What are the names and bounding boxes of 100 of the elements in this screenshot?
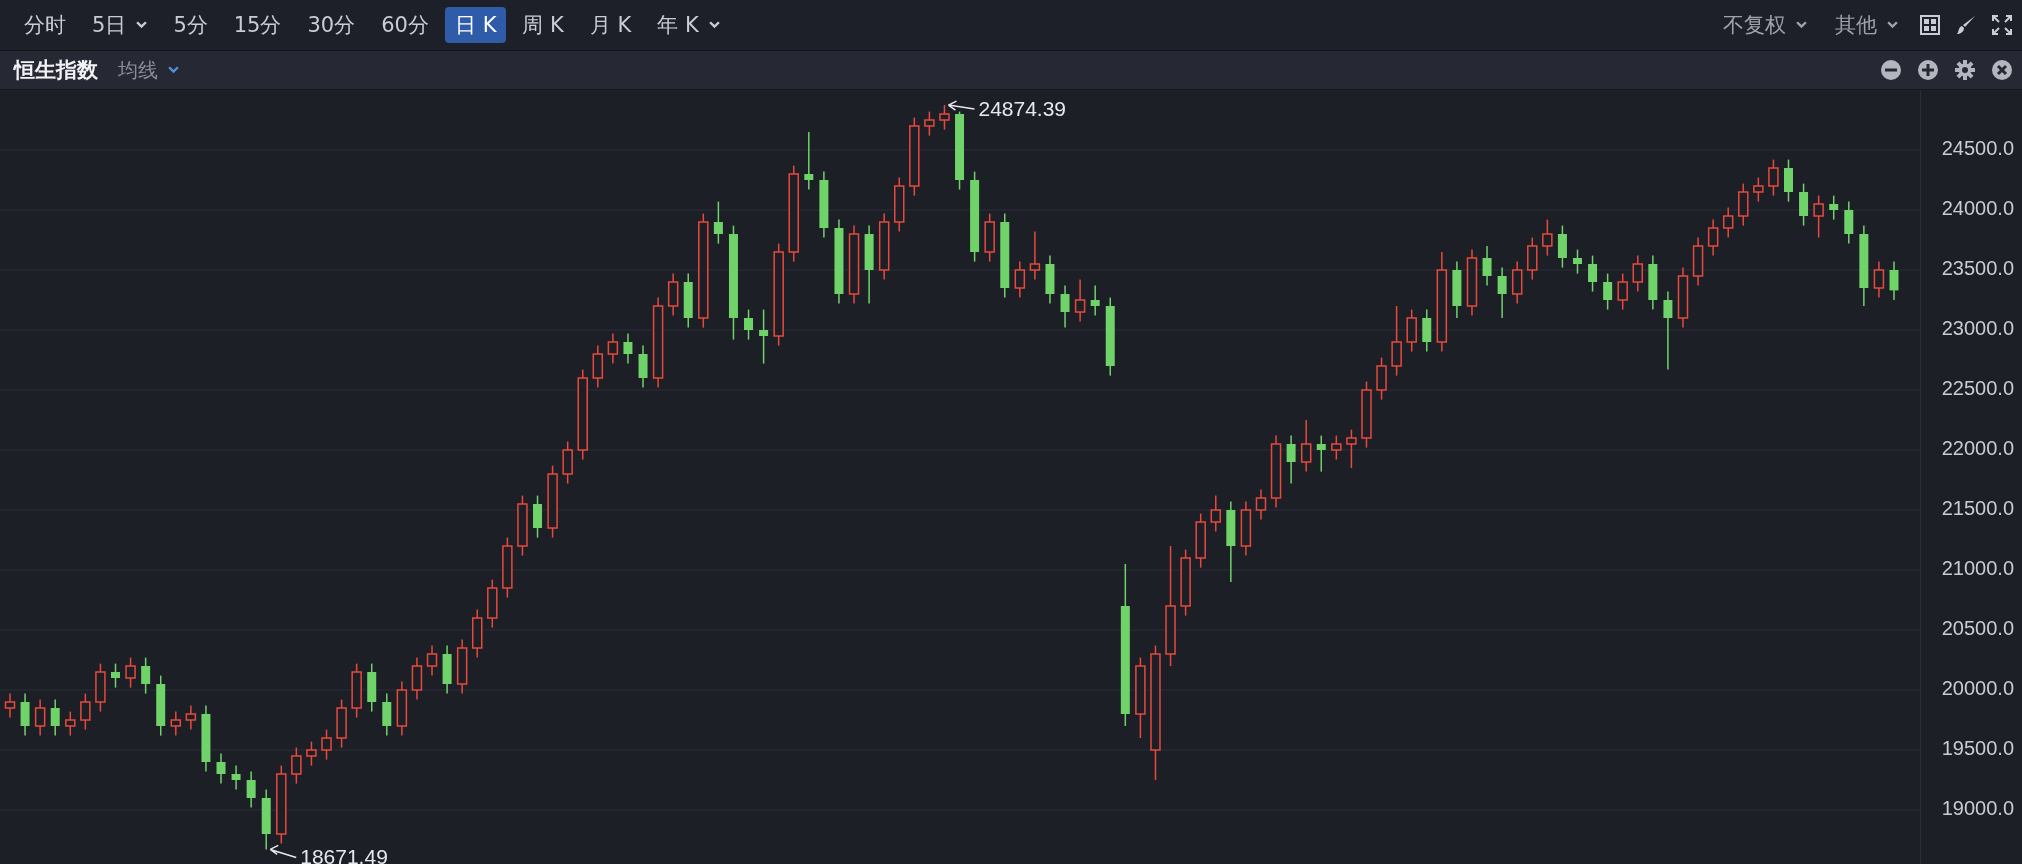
- y-axis-label: 22500.0: [1941, 377, 2014, 400]
- candlestick: [1738, 182, 1749, 227]
- candlestick: [1511, 260, 1523, 305]
- candlestick: [562, 440, 573, 485]
- candlestick: [1784, 158, 1793, 203]
- candlestick: [1722, 206, 1734, 239]
- candlestick: [1422, 308, 1432, 353]
- candlestick: [1255, 488, 1267, 521]
- y-axis-label: 20500.0: [1941, 617, 2014, 640]
- zoom-out-icon[interactable]: [1881, 60, 1901, 80]
- menu-dropdown[interactable]: 其他: [1829, 7, 1904, 43]
- candlestick: [1829, 194, 1839, 221]
- period-tab[interactable]: 周 K: [512, 7, 574, 43]
- y-axis-label: 23500.0: [1941, 257, 2014, 280]
- candlestick: [924, 110, 935, 137]
- candlestick: [1497, 266, 1507, 319]
- candlestick: [1286, 434, 1296, 485]
- candlestick: [231, 764, 241, 791]
- y-axis-label: 21000.0: [1941, 557, 2014, 580]
- candlestick: [1074, 278, 1086, 323]
- candlestick: [1663, 290, 1673, 371]
- period-tab[interactable]: 60分: [371, 7, 439, 43]
- candlestick: [1707, 218, 1719, 257]
- zoom-in-icon[interactable]: [1918, 60, 1938, 80]
- candlestick: [216, 752, 226, 785]
- candlestick: [1603, 272, 1613, 311]
- candlestick: [759, 308, 769, 365]
- candlestick: [1753, 176, 1764, 203]
- candlestick: [667, 272, 679, 317]
- period-tab[interactable]: 30分: [297, 7, 366, 43]
- settings-icon[interactable]: [1955, 60, 1975, 80]
- period-dropdown[interactable]: 年 K: [647, 7, 730, 43]
- candlestick: [321, 728, 332, 761]
- candlestick: [533, 494, 543, 539]
- candlestick: [306, 740, 317, 767]
- period-tab[interactable]: 分时: [14, 7, 76, 43]
- y-axis-label: 23000.0: [1941, 317, 2014, 340]
- candlestick: [50, 698, 60, 737]
- callout-arrow: [947, 100, 976, 111]
- candlestick: [1014, 260, 1026, 299]
- candlestick: [638, 344, 648, 389]
- candlestick: [623, 332, 633, 365]
- candlestick: [291, 746, 302, 785]
- candlestick: [1376, 356, 1387, 401]
- candlestick: [1300, 419, 1312, 473]
- period-tab[interactable]: 日 K: [444, 7, 507, 43]
- candlestick: [713, 200, 723, 245]
- candlestick: [1391, 305, 1402, 377]
- candlestick: [382, 692, 392, 737]
- candlestick: [1588, 254, 1598, 293]
- candlestick: [80, 692, 91, 731]
- candlestick: [4, 692, 16, 719]
- price-annotation: 24874.39: [978, 97, 1067, 121]
- grid-icon[interactable]: [1920, 15, 1940, 35]
- chart-title: 恒生指数: [14, 57, 98, 84]
- candlestick: [1768, 158, 1779, 197]
- candlestick: [34, 698, 46, 737]
- candlestick: [607, 332, 619, 365]
- y-axis-label: 19500.0: [1941, 737, 2014, 760]
- indicator-dropdown[interactable]: 均线: [112, 54, 185, 86]
- candlestick: [20, 692, 30, 737]
- candlestick: [125, 656, 136, 689]
- close-icon[interactable]: [1992, 60, 2012, 80]
- period-tab[interactable]: 15分: [223, 7, 292, 43]
- candlestick: [1346, 428, 1357, 469]
- candlestick: [426, 644, 438, 677]
- candlestick: [1029, 230, 1041, 281]
- menu-dropdown[interactable]: 不复权: [1717, 7, 1813, 43]
- period-tab[interactable]: 月 K: [579, 7, 642, 43]
- caret-icon: [1796, 21, 1807, 29]
- candlestick: [1482, 245, 1492, 287]
- candlestick: [1844, 200, 1854, 245]
- candlestick: [1632, 254, 1644, 293]
- y-axis-label: 24500.0: [1941, 137, 2014, 160]
- y-axis-label: 20000.0: [1941, 677, 2014, 700]
- candlestick: [744, 308, 754, 341]
- candlestick: [1542, 218, 1553, 257]
- candlestick: [1617, 272, 1628, 311]
- candlestick: [1060, 284, 1070, 329]
- candlestick: [939, 104, 950, 131]
- fullscreen-icon[interactable]: [1992, 15, 2012, 35]
- candlestick: [1210, 494, 1222, 533]
- y-axis-label: 22000.0: [1941, 437, 2014, 460]
- candlestick: [1572, 248, 1582, 275]
- brush-icon[interactable]: [1956, 15, 1976, 35]
- candlestick: [1799, 182, 1809, 227]
- candlestick: [1090, 284, 1100, 317]
- period-dropdown[interactable]: 5日: [82, 7, 158, 43]
- candlestick: [1557, 224, 1567, 269]
- candlestick: [1316, 434, 1326, 473]
- y-axis-label: 19000.0: [1941, 797, 2014, 820]
- candlestick: [185, 704, 197, 731]
- candlestick: [411, 656, 423, 701]
- candlestick: [65, 710, 76, 737]
- period-tab[interactable]: 5分: [163, 7, 218, 43]
- candlestick: [1406, 308, 1417, 353]
- y-axis-label: 21500.0: [1941, 497, 2014, 520]
- price-annotation: 18671.49: [300, 845, 388, 864]
- candlestick: [170, 710, 182, 737]
- candlestick: [111, 662, 120, 689]
